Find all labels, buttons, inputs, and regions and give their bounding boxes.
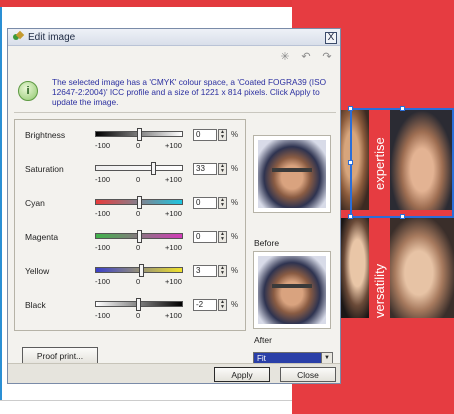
close-icon[interactable]: X <box>325 32 337 44</box>
portrait-photo-3 <box>340 218 369 318</box>
word-versatility: versatility <box>372 263 387 318</box>
cyan-tick-max: +100 <box>165 209 182 218</box>
info-icon: i <box>18 81 38 101</box>
brightness-row: Brightness -100 0 +100 0 ▲ ▼% <box>15 126 245 152</box>
yellow-slider-thumb[interactable] <box>138 264 144 277</box>
magenta-tick-min: -100 <box>95 243 111 252</box>
saturation-value-input[interactable]: 33 <box>193 163 217 175</box>
black-spinner-icon[interactable]: ▲ ▼ <box>218 299 227 311</box>
brightness-slider-thumb[interactable] <box>137 128 142 141</box>
magenta-percent-sign: % <box>231 232 239 241</box>
dialog-footer: Apply Close <box>8 363 340 383</box>
dialog-toolbar: ✳ ↶ ↷ <box>278 50 334 64</box>
brightness-tick-mid: 0 <box>136 141 141 150</box>
brightness-spinner-icon[interactable]: ▲ ▼ <box>218 129 227 141</box>
document-bottom-strip <box>0 400 292 414</box>
magenta-tick-mid: 0 <box>136 243 141 252</box>
after-preview <box>253 251 331 329</box>
saturation-tick-max: +100 <box>165 175 182 184</box>
cyan-label: Cyan <box>25 198 45 208</box>
apply-button[interactable]: Apply <box>214 367 270 382</box>
cyan-tick-min: -100 <box>95 209 111 218</box>
after-label: After <box>254 335 272 345</box>
cyan-tick-mid: 0 <box>136 209 141 218</box>
saturation-percent-sign: % <box>231 164 239 173</box>
reset-icon[interactable]: ✳ <box>278 50 292 64</box>
cyan-row: Cyan -100 0 +100 0 ▲ ▼% <box>15 194 245 220</box>
undo-icon[interactable]: ↶ <box>299 50 313 64</box>
magenta-tick-max: +100 <box>165 243 182 252</box>
saturation-row: Saturation -100 0 +100 33 ▲ ▼% <box>15 160 245 186</box>
black-tick-min: -100 <box>95 311 111 320</box>
document-top-bar <box>0 0 292 7</box>
magenta-value-input[interactable]: 0 <box>193 231 217 243</box>
magenta-slider-thumb[interactable] <box>137 230 142 243</box>
adjustments-panel: Brightness -100 0 +100 0 ▲ ▼% Saturation -100 0 +1… <box>14 119 246 331</box>
before-preview <box>253 135 331 213</box>
saturation-label: Saturation <box>25 164 64 174</box>
brightness-label: Brightness <box>25 130 66 140</box>
yellow-row: Yellow -100 0 +100 3 ▲ ▼% <box>15 262 245 288</box>
black-tick-max: +100 <box>165 311 182 320</box>
black-row: Black -100 0 +100 -2 ▲ ▼% <box>15 296 245 322</box>
magenta-spinner-icon[interactable]: ▲ ▼ <box>218 231 227 243</box>
document-margin-line <box>0 7 2 402</box>
yellow-tick-mid: 0 <box>136 277 141 286</box>
yellow-tick-max: +100 <box>165 277 182 286</box>
edit-image-icon <box>12 31 24 43</box>
dialog-titlebar[interactable]: Edit image X <box>8 29 340 46</box>
yellow-spinner-icon[interactable]: ▲ ▼ <box>218 265 227 277</box>
saturation-spinner-icon[interactable]: ▲ ▼ <box>218 163 227 175</box>
image-info-text: The selected image has a 'CMYK' colour s… <box>52 77 327 107</box>
cyan-value-input[interactable]: 0 <box>193 197 217 209</box>
brightness-tick-min: -100 <box>95 141 111 150</box>
redo-icon[interactable]: ↷ <box>320 50 334 64</box>
saturation-tick-mid: 0 <box>136 175 141 184</box>
brightness-value-input[interactable]: 0 <box>193 129 217 141</box>
brightness-tick-max: +100 <box>165 141 182 150</box>
before-image <box>258 140 326 208</box>
selection-handle[interactable] <box>348 106 353 111</box>
yellow-value-input[interactable]: 3 <box>193 265 217 277</box>
yellow-percent-sign: % <box>231 266 239 275</box>
magenta-row: Magenta -100 0 +100 0 ▲ ▼% <box>15 228 245 254</box>
yellow-tick-min: -100 <box>95 277 111 286</box>
close-button[interactable]: Close <box>280 367 336 382</box>
selection-handle[interactable] <box>348 214 353 219</box>
selection-handle[interactable] <box>400 214 405 219</box>
fit-select-value: Fit <box>257 354 266 363</box>
magenta-label: Magenta <box>25 232 59 242</box>
dialog-title: Edit image <box>28 31 76 43</box>
saturation-slider-thumb[interactable] <box>151 162 157 175</box>
portrait-photo-4 <box>390 218 454 318</box>
image-selection-frame[interactable] <box>350 108 454 218</box>
before-label: Before <box>254 238 280 248</box>
black-label: Black <box>25 300 46 310</box>
saturation-slider-track[interactable] <box>95 165 183 171</box>
cyan-spinner-icon[interactable]: ▲ ▼ <box>218 197 227 209</box>
cyan-slider-thumb[interactable] <box>137 196 142 209</box>
selection-handle[interactable] <box>348 160 353 165</box>
selection-handle[interactable] <box>400 106 405 111</box>
black-percent-sign: % <box>231 300 239 309</box>
after-image <box>258 256 326 324</box>
divider <box>14 112 336 113</box>
yellow-label: Yellow <box>25 266 50 276</box>
black-value-input[interactable]: -2 <box>193 299 217 311</box>
saturation-tick-min: -100 <box>95 175 111 184</box>
cyan-percent-sign: % <box>231 198 239 207</box>
brightness-percent-sign: % <box>231 130 239 139</box>
edit-image-dialog: Edit image X ✳ ↶ ↷ i The selected image … <box>7 28 341 384</box>
black-slider-thumb[interactable] <box>136 298 142 311</box>
black-tick-mid: 0 <box>136 311 141 320</box>
